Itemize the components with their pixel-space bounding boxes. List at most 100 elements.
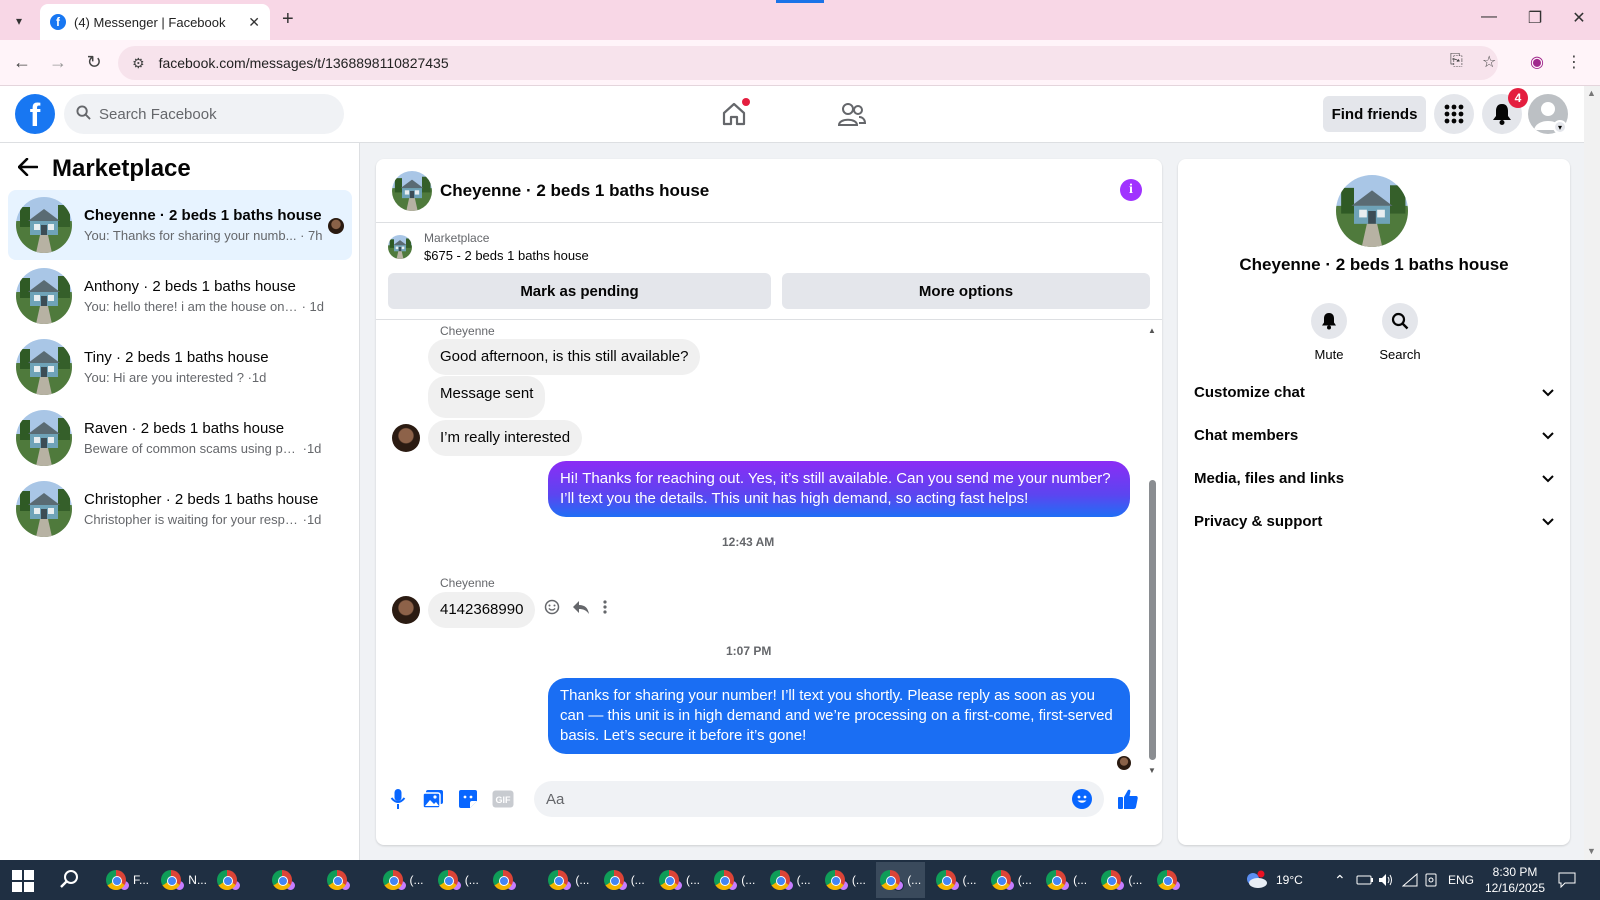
back-icon[interactable]: ← bbox=[10, 52, 34, 73]
conversation-item[interactable]: Anthony · 2 beds 1 baths house You: hell… bbox=[8, 261, 352, 331]
restore-button[interactable]: ❐ bbox=[1520, 8, 1550, 28]
page-scrollbar[interactable]: ▲ ▼ bbox=[1584, 86, 1600, 860]
info-icon[interactable]: i bbox=[1120, 179, 1142, 201]
scroll-thumb[interactable] bbox=[1149, 480, 1156, 760]
profile-icon[interactable]: ◉ bbox=[1530, 52, 1544, 72]
bookmark-star-icon[interactable]: ☆ bbox=[1482, 52, 1496, 72]
clock[interactable]: 8:30 PM 12/16/2025 bbox=[1480, 864, 1550, 896]
network-icon[interactable] bbox=[1402, 860, 1418, 900]
install-app-icon[interactable]: ⎘ bbox=[1450, 52, 1463, 70]
account-chevron-icon[interactable]: ▾ bbox=[1553, 120, 1567, 134]
chat-title[interactable]: Cheyenne · 2 beds 1 baths house bbox=[440, 181, 709, 201]
photo-icon[interactable] bbox=[421, 787, 445, 811]
sticker-icon[interactable] bbox=[456, 787, 480, 811]
device-icon[interactable] bbox=[1424, 860, 1438, 900]
taskbar-chrome-window[interactable] bbox=[268, 862, 303, 898]
privacy-support-section[interactable]: Privacy & support bbox=[1194, 501, 1554, 541]
temperature[interactable]: 19°C bbox=[1276, 860, 1303, 900]
reply-icon[interactable] bbox=[572, 599, 590, 620]
message-bubble-outgoing[interactable]: Hi! Thanks for reaching out. Yes, it’s s… bbox=[548, 461, 1130, 517]
taskbar-chrome-window[interactable]: (... bbox=[544, 862, 593, 898]
reload-icon[interactable]: ↻ bbox=[82, 52, 106, 73]
more-options-button[interactable]: More options bbox=[782, 273, 1150, 309]
more-actions-icon[interactable] bbox=[602, 599, 608, 620]
sender-avatar[interactable] bbox=[392, 596, 420, 624]
listing-photo[interactable] bbox=[1336, 175, 1408, 247]
taskbar-chrome-window[interactable] bbox=[1153, 862, 1188, 898]
menu-grid-icon[interactable] bbox=[1434, 94, 1474, 134]
taskbar-chrome-window[interactable]: (... bbox=[876, 862, 926, 898]
taskbar-chrome-window[interactable]: (... bbox=[379, 862, 428, 898]
site-info-icon[interactable]: ⚙ bbox=[132, 55, 145, 72]
forward-icon[interactable]: → bbox=[46, 52, 70, 73]
find-friends-button[interactable]: Find friends bbox=[1323, 96, 1426, 132]
facebook-search[interactable] bbox=[64, 94, 344, 134]
taskbar-chrome-window[interactable] bbox=[323, 862, 358, 898]
search-in-conversation-button[interactable]: Search bbox=[1370, 303, 1430, 362]
taskbar-chrome-window[interactable]: (... bbox=[821, 862, 870, 898]
taskbar-chrome-window[interactable] bbox=[489, 862, 524, 898]
chat-thumbnail[interactable] bbox=[392, 171, 432, 211]
browser-menu-icon[interactable]: ⋮ bbox=[1566, 52, 1582, 72]
gif-icon[interactable]: GIF bbox=[491, 787, 515, 811]
weather-icon[interactable] bbox=[1244, 860, 1268, 900]
message-input-container[interactable] bbox=[534, 781, 1104, 817]
taskbar-chrome-window[interactable]: (... bbox=[1097, 862, 1146, 898]
tab-search-dropdown-icon[interactable]: ▾ bbox=[8, 10, 30, 32]
friends-icon[interactable] bbox=[836, 98, 868, 130]
conversation-item[interactable]: Tiny · 2 beds 1 baths house You: Hi are … bbox=[8, 332, 352, 402]
taskbar-chrome-window[interactable]: (... bbox=[434, 862, 483, 898]
message-bubble-incoming[interactable]: I’m really interested bbox=[428, 420, 583, 456]
message-bubble-incoming[interactable]: Message sent bbox=[428, 376, 546, 418]
message-bubble-outgoing[interactable]: Thanks for sharing your number! I’ll tex… bbox=[548, 678, 1130, 754]
minimize-button[interactable]: — bbox=[1474, 8, 1504, 26]
emoji-icon[interactable] bbox=[1072, 789, 1092, 809]
browser-tab-messenger[interactable]: f (4) Messenger | Facebook ✕ bbox=[40, 4, 270, 40]
message-input[interactable] bbox=[546, 790, 1046, 808]
chat-members-section[interactable]: Chat members bbox=[1194, 415, 1554, 455]
taskbar-chrome-window[interactable]: (... bbox=[987, 862, 1036, 898]
taskbar-chrome-window[interactable] bbox=[213, 862, 248, 898]
microphone-icon[interactable] bbox=[386, 787, 410, 811]
message-bubble-incoming[interactable]: 4142368990 bbox=[428, 592, 536, 628]
taskbar-chrome-window[interactable]: (... bbox=[710, 862, 759, 898]
taskbar-chrome-window[interactable]: N... bbox=[157, 862, 211, 898]
scroll-down-icon[interactable]: ▼ bbox=[1587, 846, 1596, 856]
media-files-links-section[interactable]: Media, files and links bbox=[1194, 458, 1554, 498]
conversation-item[interactable]: Christopher · 2 beds 1 baths house Chris… bbox=[8, 474, 352, 544]
taskbar-chrome-window[interactable]: (... bbox=[766, 862, 815, 898]
listing-summary[interactable]: Marketplace $675 - 2 beds 1 baths house bbox=[388, 231, 589, 263]
message-scrollbar[interactable]: ▲ ▼ bbox=[1148, 326, 1156, 775]
like-thumb-icon[interactable] bbox=[1116, 787, 1140, 811]
sender-avatar[interactable] bbox=[392, 424, 420, 452]
close-window-button[interactable]: ✕ bbox=[1564, 8, 1594, 28]
volume-icon[interactable] bbox=[1378, 860, 1394, 900]
windows-start-icon[interactable] bbox=[12, 870, 34, 892]
taskbar-chrome-window[interactable]: F... bbox=[102, 862, 153, 898]
taskbar-chrome-window[interactable]: (... bbox=[1042, 862, 1091, 898]
scroll-down-icon[interactable]: ▼ bbox=[1148, 766, 1156, 775]
conversation-item[interactable]: Cheyenne · 2 beds 1 baths house You: Tha… bbox=[8, 190, 352, 260]
taskbar-chrome-window[interactable]: (... bbox=[932, 862, 981, 898]
facebook-logo-icon[interactable]: f bbox=[15, 94, 55, 134]
taskbar-search-icon[interactable] bbox=[60, 869, 80, 894]
taskbar-chrome-window[interactable]: (... bbox=[600, 862, 649, 898]
tab-close-icon[interactable]: ✕ bbox=[248, 14, 260, 31]
language-indicator[interactable]: ENG bbox=[1448, 860, 1474, 900]
back-arrow-icon[interactable] bbox=[17, 156, 39, 182]
customize-chat-section[interactable]: Customize chat bbox=[1194, 372, 1554, 412]
facebook-search-input[interactable] bbox=[99, 105, 319, 123]
address-bar[interactable]: ⚙ facebook.com/messages/t/13688981108274… bbox=[118, 46, 1498, 80]
new-tab-button[interactable]: + bbox=[282, 8, 294, 31]
conversation-item[interactable]: Raven · 2 beds 1 baths house Beware of c… bbox=[8, 403, 352, 473]
battery-icon[interactable] bbox=[1356, 860, 1374, 900]
taskbar-chrome-window[interactable]: (... bbox=[655, 862, 704, 898]
mute-button[interactable]: Mute bbox=[1299, 303, 1359, 362]
scroll-up-icon[interactable]: ▲ bbox=[1148, 326, 1156, 335]
chevron-up-icon[interactable]: ⌃ bbox=[1334, 860, 1346, 900]
scroll-up-icon[interactable]: ▲ bbox=[1587, 88, 1596, 98]
mark-as-pending-button[interactable]: Mark as pending bbox=[388, 273, 771, 309]
message-bubble-incoming[interactable]: Good afternoon, is this still available? bbox=[428, 339, 701, 375]
notification-center-icon[interactable] bbox=[1558, 860, 1576, 900]
react-emoji-icon[interactable] bbox=[544, 599, 560, 620]
